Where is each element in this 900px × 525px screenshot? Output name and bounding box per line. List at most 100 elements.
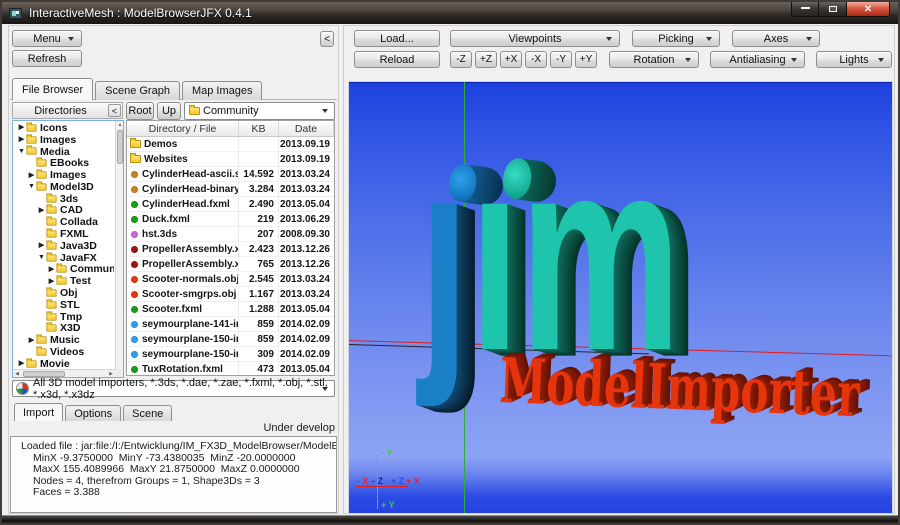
tree-arrow-icon[interactable]: ▶ — [37, 242, 46, 249]
tree-arrow-icon[interactable]: ▼ — [37, 254, 46, 261]
load-button[interactable]: Load... — [354, 30, 440, 47]
chevron-down-icon — [685, 58, 691, 62]
app-window: InteractiveMesh : ModelBrowserJFX 0.4.1 … — [0, 0, 900, 525]
menu-button[interactable]: Menu — [12, 30, 82, 47]
title-bar[interactable]: InteractiveMesh : ModelBrowserJFX 0.4.1 … — [2, 2, 898, 24]
close-button[interactable]: ✕ — [846, 2, 890, 17]
tree-item-label: Images — [50, 169, 86, 181]
picking-menubutton[interactable]: Picking — [632, 30, 720, 47]
maximize-button[interactable] — [819, 2, 846, 17]
location-combobox[interactable]: Community — [184, 102, 335, 120]
tree-vscroll-thumb[interactable] — [117, 130, 123, 164]
table-row[interactable]: PropellerAssembly.x3dz 765 2013.12.26 — [127, 257, 334, 272]
collapse-left-panel-button[interactable]: < — [320, 31, 334, 47]
table-row[interactable]: CylinderHead-binary.stl 3.284 2013.03.24 — [127, 182, 334, 197]
rotation-menubutton[interactable]: Rotation — [609, 51, 699, 68]
column-header-date[interactable]: Date — [279, 121, 334, 136]
axis-view-button[interactable]: -Y — [550, 51, 572, 68]
file-name: PropellerAssembly.x3dz — [142, 259, 239, 270]
tab[interactable]: Scene Graph — [95, 81, 180, 100]
tree-item[interactable]: ▶ Movie — [14, 358, 114, 368]
tree-item[interactable]: ▶ Music — [14, 334, 114, 346]
tree-item[interactable]: ▼ Model3D — [14, 181, 114, 193]
tree-arrow-icon[interactable]: ▼ — [17, 148, 26, 155]
column-header-name[interactable]: Directory / File — [127, 121, 239, 136]
axis-view-button[interactable]: +Y — [575, 51, 597, 68]
chevron-down-icon — [68, 37, 74, 41]
tree-item[interactable]: EBooks — [14, 157, 114, 169]
tree-arrow-icon[interactable]: ▶ — [27, 337, 36, 344]
file-size: 2.490 — [239, 197, 279, 211]
tree-arrow-icon[interactable]: ▶ — [47, 266, 56, 273]
tree-arrow-icon[interactable]: ▶ — [37, 207, 46, 214]
file-date: 2013.03.24 — [279, 287, 334, 301]
table-row[interactable]: TuxRotation.fxml 473 2013.05.04 — [127, 362, 334, 376]
tab[interactable]: File Browser — [12, 78, 93, 100]
file-type-icon — [131, 261, 138, 268]
collapse-directories-button[interactable]: < — [108, 104, 121, 117]
table-row[interactable]: CylinderHead-ascii.stl 14.592 2013.03.24 — [127, 167, 334, 182]
tree-item[interactable]: ▶ Java3D — [14, 240, 114, 252]
file-date: 2014.02.09 — [279, 317, 334, 331]
table-row[interactable]: PropellerAssembly.x3d 2.423 2013.12.26 — [127, 242, 334, 257]
tree-item[interactable]: FXML — [14, 228, 114, 240]
reload-button[interactable]: Reload — [354, 51, 440, 68]
tree-item[interactable]: ▼ Media — [14, 146, 114, 158]
table-row[interactable]: CylinderHead.fxml 2.490 2013.05.04 — [127, 197, 334, 212]
folder-icon — [36, 183, 46, 190]
table-row[interactable]: seymourplane-141-im.dae 859 2014.02.09 — [127, 317, 334, 332]
importer-filter-combobox[interactable]: All 3D model importers, *.3ds, *.dae, *.… — [12, 380, 335, 397]
axis-view-button[interactable]: -Z — [450, 51, 472, 68]
tree-item[interactable]: Collada — [14, 216, 114, 228]
viewpoints-menubutton[interactable]: Viewpoints — [450, 30, 620, 47]
refresh-button[interactable]: Refresh — [12, 50, 82, 67]
sub-tab[interactable]: Scene — [123, 405, 172, 421]
minimize-button[interactable] — [791, 2, 819, 17]
tree-arrow-icon[interactable]: ▶ — [27, 172, 36, 179]
column-header-kb[interactable]: KB — [239, 121, 279, 136]
table-row[interactable]: seymourplane-150-im.zae 309 2014.02.09 — [127, 347, 334, 362]
tree-item[interactable]: ▶ Images — [14, 169, 114, 181]
sub-tab[interactable]: Import — [14, 403, 63, 421]
tree-item[interactable]: ▶ CAD — [14, 205, 114, 217]
table-row[interactable]: Demos 2013.09.19 — [127, 137, 334, 152]
tree-item[interactable]: X3D — [14, 323, 114, 335]
table-row[interactable]: hst.3ds 207 2008.09.30 — [127, 227, 334, 242]
tree-item[interactable]: Videos — [14, 346, 114, 358]
tree-item[interactable]: ▶ Community — [14, 264, 114, 276]
tree-arrow-icon[interactable]: ▶ — [47, 278, 56, 285]
sub-tab[interactable]: Options — [65, 405, 121, 421]
tree-arrow-icon[interactable]: ▶ — [17, 136, 26, 143]
up-button[interactable]: Up — [157, 102, 181, 120]
tree-item[interactable]: Tmp — [14, 311, 114, 323]
table-row[interactable]: Scooter-smgrps.obj 1.167 2013.03.24 — [127, 287, 334, 302]
tab[interactable]: Map Images — [182, 81, 263, 100]
table-row[interactable]: seymourplane-150-im.dae 859 2014.02.09 — [127, 332, 334, 347]
table-row[interactable]: Scooter.fxml 1.288 2013.05.04 — [127, 302, 334, 317]
tree-item[interactable]: ▶ Icons — [14, 122, 114, 134]
file-date: 2013.09.19 — [279, 152, 334, 166]
tree-item[interactable]: ▶ Images — [14, 134, 114, 146]
axis-view-button[interactable]: +X — [500, 51, 522, 68]
axes-menubutton[interactable]: Axes — [732, 30, 820, 47]
antialiasing-menubutton[interactable]: Antialiasing — [710, 51, 805, 68]
3d-viewport[interactable]: ȷım ModelImporter - Y - X - Z + Z + X + … — [348, 81, 893, 514]
tree-item[interactable]: 3ds — [14, 193, 114, 205]
tree-item-label: STL — [60, 299, 80, 311]
table-row[interactable]: Websites 2013.09.19 — [127, 152, 334, 167]
tree-item[interactable]: STL — [14, 299, 114, 311]
file-size: 14.592 — [239, 167, 279, 181]
tree-item[interactable]: Obj — [14, 287, 114, 299]
tree-arrow-icon[interactable]: ▶ — [17, 124, 26, 131]
table-row[interactable]: Scooter-normals.obj 2.545 2013.03.24 — [127, 272, 334, 287]
tree-arrow-icon[interactable]: ▼ — [27, 183, 36, 190]
table-row[interactable]: Duck.fxml 219 2013.06.29 — [127, 212, 334, 227]
tree-item[interactable]: ▼ JavaFX — [14, 252, 114, 264]
tree-item[interactable]: ▶ Test — [14, 275, 114, 287]
tree-arrow-icon[interactable]: ▶ — [17, 360, 26, 367]
axis-view-button[interactable]: +Z — [475, 51, 497, 68]
root-button[interactable]: Root — [126, 102, 154, 120]
tree-vertical-scrollbar[interactable]: ▲ — [115, 121, 123, 369]
axis-view-button[interactable]: -X — [525, 51, 547, 68]
lights-menubutton[interactable]: Lights — [816, 51, 892, 68]
